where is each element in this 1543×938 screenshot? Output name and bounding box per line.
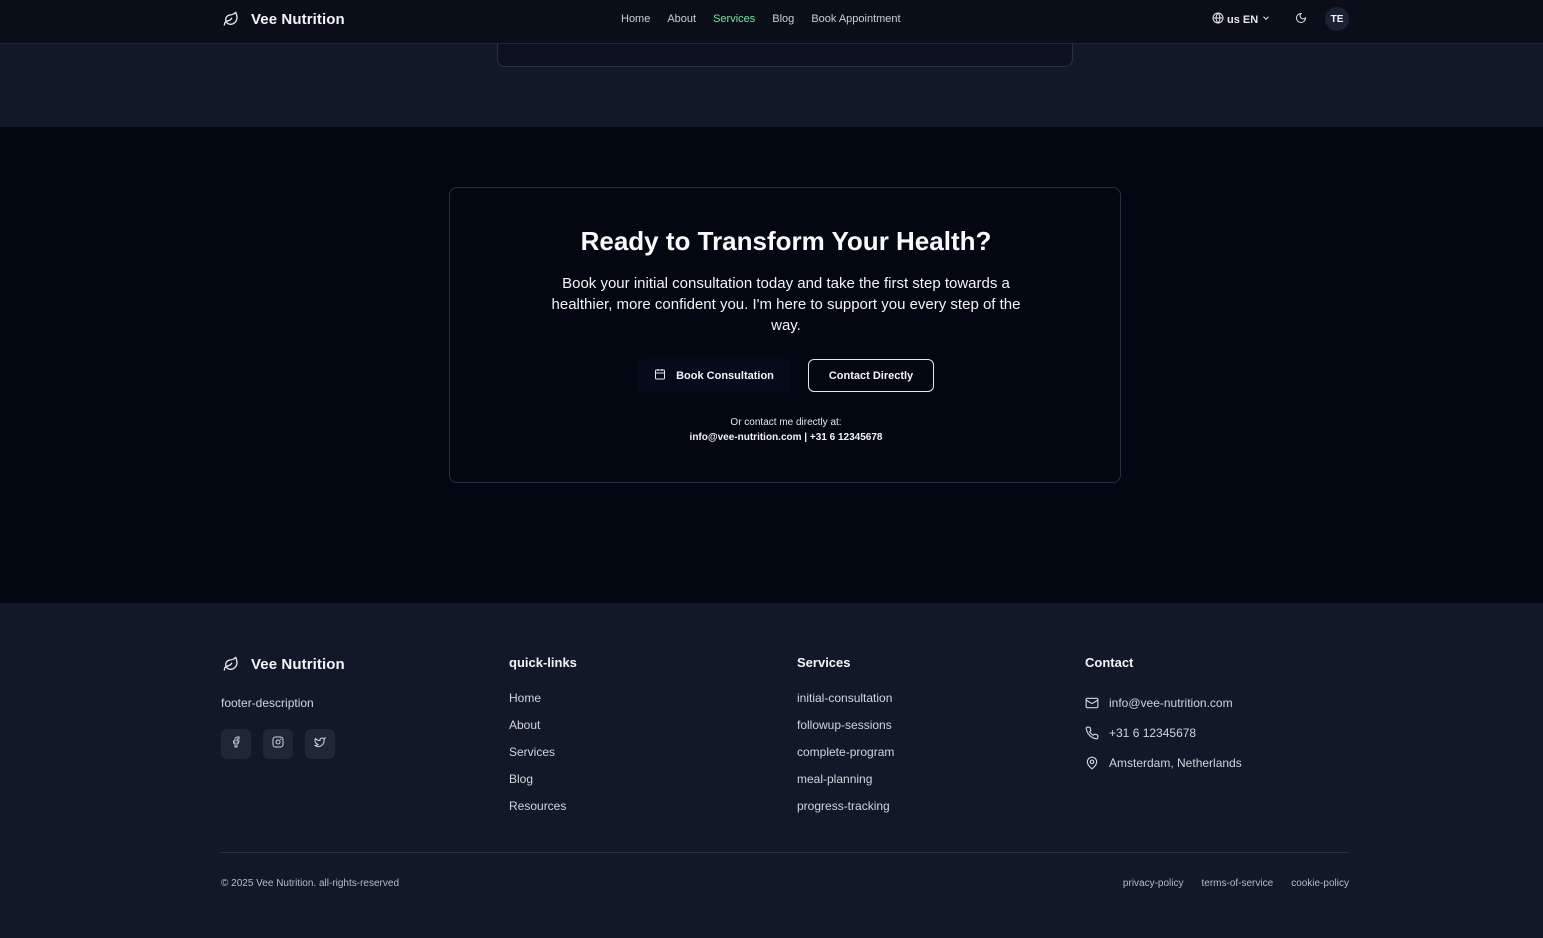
nav-home[interactable]: Home <box>621 13 650 25</box>
footer-service-followup-sessions[interactable]: followup-sessions <box>797 718 894 745</box>
facebook-icon <box>230 735 242 753</box>
contact-phone-text: +31 6 12345678 <box>1109 726 1197 740</box>
chevron-down-icon <box>1261 13 1271 26</box>
legal-links: privacy-policy terms-of-service cookie-p… <box>1123 878 1349 889</box>
nav-services[interactable]: Services <box>713 13 755 25</box>
cta-section: Ready to Transform Your Health? Book you… <box>0 127 1543 603</box>
mail-icon <box>1085 696 1099 710</box>
cookie-policy-link[interactable]: cookie-policy <box>1291 878 1349 889</box>
footer-link-services[interactable]: Services <box>509 745 577 772</box>
terms-of-service-link[interactable]: terms-of-service <box>1202 878 1274 889</box>
privacy-policy-link[interactable]: privacy-policy <box>1123 878 1184 889</box>
book-consultation-label: Book Consultation <box>676 369 774 382</box>
nav-blog[interactable]: Blog <box>772 13 794 25</box>
user-avatar[interactable]: TE <box>1325 7 1349 31</box>
cta-card: Ready to Transform Your Health? Book you… <box>449 187 1121 483</box>
twitter-icon <box>313 735 326 753</box>
contact-phone[interactable]: +31 6 12345678 <box>1085 718 1242 748</box>
contact-location: Amsterdam, Netherlands <box>1085 748 1242 778</box>
leaf-icon <box>221 9 241 29</box>
contact-email-text: info@vee-nutrition.com <box>1109 696 1233 710</box>
footer-link-about[interactable]: About <box>509 718 577 745</box>
facebook-link[interactable] <box>221 729 251 759</box>
services-column: Services initial-consultation followup-s… <box>797 655 894 826</box>
copyright: © 2025 Vee Nutrition. all-rights-reserve… <box>221 878 400 889</box>
book-consultation-button[interactable]: Book Consultation <box>638 359 790 392</box>
moon-icon <box>1295 11 1307 29</box>
main-nav: Home About Services Blog Book Appointmen… <box>621 13 918 25</box>
footer-service-initial-consultation[interactable]: initial-consultation <box>797 691 894 718</box>
twitter-link[interactable] <box>305 729 335 759</box>
instagram-icon <box>272 735 284 753</box>
calendar-icon <box>654 368 666 383</box>
quick-links-column: quick-links Home About Services Blog Res… <box>509 655 577 826</box>
contact-title: Contact <box>1085 655 1134 670</box>
footer-service-progress-tracking[interactable]: progress-tracking <box>797 799 894 826</box>
footer-link-resources[interactable]: Resources <box>509 799 577 826</box>
social-links <box>221 729 335 759</box>
cta-title: Ready to Transform Your Health? <box>580 226 992 256</box>
contact-column: Contact info@vee-nutrition.com +31 6 123… <box>1085 655 1242 778</box>
site-footer: Vee Nutrition footer-description quick-l… <box>0 603 1543 938</box>
globe-icon <box>1212 12 1224 27</box>
language-label: us EN <box>1227 13 1259 26</box>
brand-name: Vee Nutrition <box>251 10 345 28</box>
footer-divider <box>221 852 1349 853</box>
leaf-icon <box>221 654 241 674</box>
theme-toggle[interactable] <box>1293 12 1309 28</box>
brand-logo[interactable]: Vee Nutrition <box>221 9 345 29</box>
contact-prompt: Or contact me directly at: <box>730 417 842 428</box>
footer-service-meal-planning[interactable]: meal-planning <box>797 772 894 799</box>
instagram-link[interactable] <box>263 729 293 759</box>
nav-book-appointment[interactable]: Book Appointment <box>811 13 900 25</box>
footer-link-home[interactable]: Home <box>509 691 577 718</box>
language-selector[interactable]: us EN <box>1212 12 1271 27</box>
cta-description: Book your initial consultation today and… <box>551 275 1021 334</box>
phone-icon <box>1085 726 1099 740</box>
contact-directly-button[interactable]: Contact Directly <box>808 359 934 392</box>
contact-email[interactable]: info@vee-nutrition.com <box>1085 688 1242 718</box>
quick-links-title: quick-links <box>509 655 577 670</box>
site-header: Vee Nutrition Home About Services Blog B… <box>0 0 1543 44</box>
footer-brand[interactable]: Vee Nutrition <box>221 654 345 674</box>
nav-about[interactable]: About <box>667 13 696 25</box>
footer-link-blog[interactable]: Blog <box>509 772 577 799</box>
contact-details: info@vee-nutrition.com | +31 6 12345678 <box>689 432 883 443</box>
services-title: Services <box>797 655 851 670</box>
contact-location-text: Amsterdam, Netherlands <box>1109 756 1242 770</box>
map-pin-icon <box>1085 756 1099 770</box>
footer-description: footer-description <box>221 696 314 710</box>
footer-service-complete-program[interactable]: complete-program <box>797 745 894 772</box>
footer-brand-name: Vee Nutrition <box>251 655 345 673</box>
